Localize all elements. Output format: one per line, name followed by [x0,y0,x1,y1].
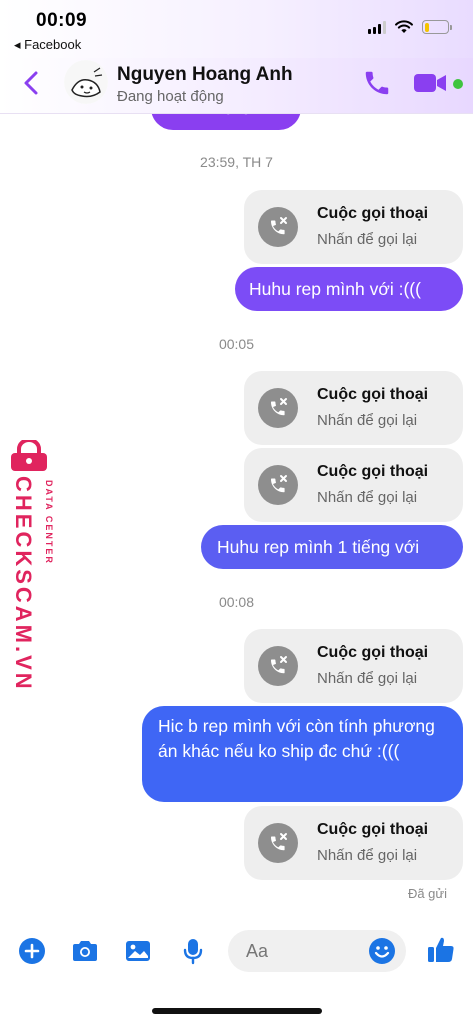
call-title: Cuộc gọi thoại [317,386,429,403]
message-bubble[interactable]: Huhu rep mình 1 tiếng với [201,525,463,569]
timestamp: 00:05 [218,336,255,352]
contact-status: Đang hoạt động [117,88,224,105]
missed-call-card[interactable]: Cuộc gọi thoại Nhấn để gọi lại [244,629,463,703]
chevron-left-icon[interactable] [18,68,46,98]
online-status-dot [453,79,463,89]
missed-call-icon [258,823,298,863]
watermark: DATA CENTER CHECKSCAM.VN [4,440,54,692]
camera-icon[interactable] [70,936,100,966]
signal-icon [368,20,386,34]
lock-icon [11,440,47,471]
avatar[interactable] [64,60,108,104]
call-subtitle: Nhấn để gọi lại [317,670,418,687]
missed-call-icon [258,388,298,428]
message-list[interactable]: Tui ko 😢😢 23:59, TH 7 Cuộc gọi thoại Nhấ… [0,114,473,920]
message-bubble[interactable]: Huhu rep mình với :((( [235,267,463,311]
status-bar: 00:09 ◂ Facebook [0,0,473,58]
message-bubble[interactable]: Hic b rep mình với còn tính phương án kh… [142,706,463,802]
back-to-app-link[interactable]: ◂ Facebook [14,37,81,53]
call-title: Cuộc gọi thoại [317,205,429,222]
gallery-icon[interactable] [123,936,153,966]
missed-call-card[interactable]: Cuộc gọi thoại Nhấn để gọi lại [244,371,463,445]
phone-icon[interactable] [362,68,392,98]
timestamp: 00:08 [218,594,255,610]
mic-icon[interactable] [178,936,208,966]
missed-call-card[interactable]: Cuộc gọi thoại Nhấn để gọi lại [244,806,463,880]
missed-call-icon [258,207,298,247]
missed-call-card[interactable]: Cuộc gọi thoại Nhấn để gọi lại [244,190,463,264]
timestamp: 23:59, TH 7 [200,154,273,170]
call-subtitle: Nhấn để gọi lại [317,231,418,248]
call-subtitle: Nhấn để gọi lại [317,489,418,506]
watermark-sub: DATA CENTER [44,480,54,565]
message-composer [0,920,473,984]
emoji-icon[interactable] [368,937,396,965]
call-title: Cuộc gọi thoại [317,463,429,480]
sent-status: Đã gửi [407,886,447,901]
status-icons [368,20,452,34]
missed-call-icon [258,465,298,505]
call-title: Cuộc gọi thoại [317,644,429,661]
contact-name[interactable]: Nguyen Hoang Anh [117,64,293,86]
plus-icon[interactable] [17,936,47,966]
video-icon[interactable] [413,71,447,95]
conversation-header: Nguyen Hoang Anh Đang hoạt động [0,58,473,114]
wifi-icon [395,20,413,33]
missed-call-icon [258,646,298,686]
battery-fill [424,22,430,32]
status-time: 00:09 [36,10,88,31]
home-indicator [152,1008,322,1014]
missed-call-card[interactable]: Cuộc gọi thoại Nhấn để gọi lại [244,448,463,522]
like-icon[interactable] [425,934,457,966]
battery-icon [422,20,452,34]
call-title: Cuộc gọi thoại [317,821,429,838]
call-subtitle: Nhấn để gọi lại [317,412,418,429]
watermark-main: CHECKSCAM.VN [11,476,36,692]
call-subtitle: Nhấn để gọi lại [317,847,418,864]
message-bubble-partial[interactable]: Tui ko 😢😢 [151,114,301,130]
